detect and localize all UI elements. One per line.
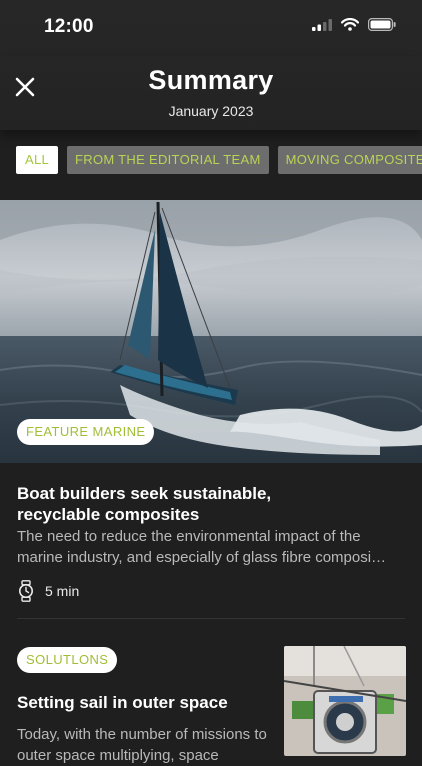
tab-moving-composites[interactable]: MOVING COMPOSITES [277, 146, 422, 174]
cellular-signal-icon [312, 18, 332, 31]
category-badge: SOLUTLONS [17, 647, 118, 673]
wifi-icon [341, 18, 359, 31]
article-title[interactable]: Setting sail in outer space [17, 692, 267, 713]
status-icons [312, 18, 396, 31]
tab-all[interactable]: ALL [16, 146, 59, 174]
header: Summary January 2023 [0, 56, 422, 130]
category-badge: FEATURE MARINE [17, 419, 155, 445]
status-bar: 12:00 [0, 0, 422, 56]
battery-icon [368, 18, 396, 31]
page-subtitle: January 2023 [168, 103, 254, 119]
article-hero-image[interactable]: FEATURE MARINE [0, 200, 422, 463]
tab-from-the-editorial-team[interactable]: FROM THE EDITORIAL TEAM [67, 146, 269, 174]
watch-icon [19, 580, 33, 602]
divider [17, 618, 405, 619]
article-title[interactable]: Boat builders seek sustainable, recyclab… [17, 483, 317, 525]
article-thumbnail[interactable] [284, 646, 406, 756]
article-excerpt: Today, with the number of missions to ou… [17, 726, 267, 764]
status-time: 12:00 [44, 16, 94, 37]
page-title: Summary [148, 65, 274, 95]
read-time-label: 5 min [45, 583, 80, 599]
article-excerpt: The need to reduce the environmental imp… [17, 528, 387, 566]
category-tabs: ALL FROM THE EDITORIAL TEAM MOVING COMPO… [16, 146, 422, 174]
read-time: 5 min [18, 580, 79, 602]
satellite-photo [284, 646, 406, 756]
